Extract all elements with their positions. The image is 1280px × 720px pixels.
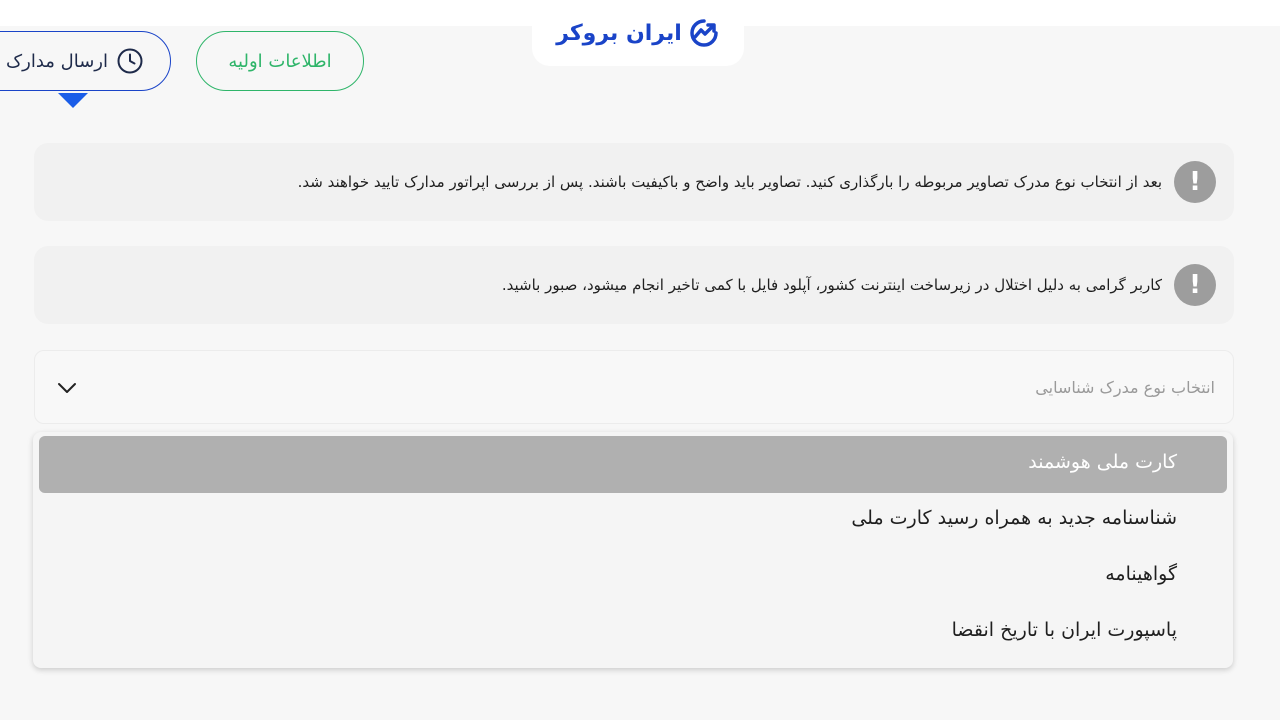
notice-upload-instructions: ! بعد از انتخاب نوع مدرک تصاویر مربوطه ر… [34,143,1234,221]
document-type-placeholder: انتخاب نوع مدرک شناسایی [1035,377,1215,397]
chevron-down-icon[interactable] [57,378,77,398]
active-step-pointer [58,93,88,108]
clock-icon [117,48,143,74]
step-basic-info-label: اطلاعات اولیه [228,50,332,72]
exclamation-icon: ! [1174,264,1216,306]
step-send-documents-label: ارسال مدارک [6,50,108,72]
option-passport[interactable]: پاسپورت ایران با تاریخ انقضا [952,619,1177,641]
option-birth-certificate[interactable]: شناسنامه جدید به همراه رسید کارت ملی [851,507,1177,529]
notice-text: کاربر گرامی به دلیل اختلال در زیرساخت ای… [501,276,1162,294]
logo[interactable]: ایران بروکر [532,0,744,66]
logo-text: ایران بروکر [556,20,682,46]
chart-trend-icon [690,19,718,47]
step-send-documents[interactable]: ارسال مدارک [0,31,171,91]
exclamation-icon: ! [1174,161,1216,203]
step-basic-info[interactable]: اطلاعات اولیه [196,31,364,91]
document-type-dropdown: کارت ملی هوشمند شناسنامه جدید به همراه ر… [33,432,1233,668]
notice-upload-delay: ! کاربر گرامی به دلیل اختلال در زیرساخت … [34,246,1234,324]
option-driving-license[interactable]: گواهینامه [1105,563,1177,585]
document-type-select[interactable]: انتخاب نوع مدرک شناسایی [34,350,1234,424]
option-smart-national-card[interactable]: کارت ملی هوشمند [1028,451,1177,473]
notice-text: بعد از انتخاب نوع مدرک تصاویر مربوطه را … [297,173,1162,191]
